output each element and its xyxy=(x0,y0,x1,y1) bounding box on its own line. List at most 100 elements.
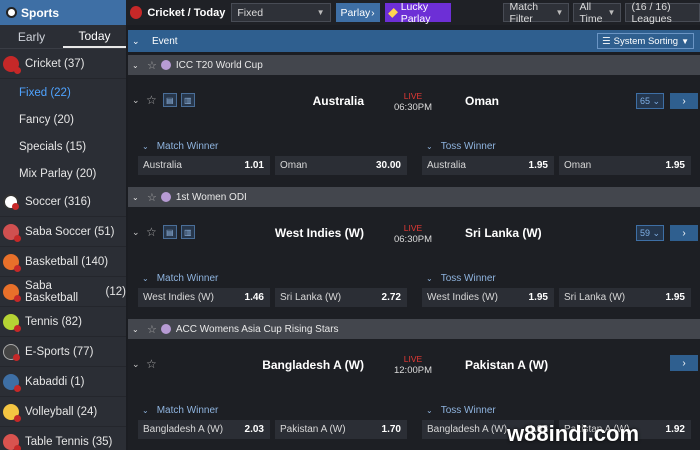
odds-button[interactable]: West Indies (W) 1.95 xyxy=(422,288,554,307)
chevron-down-icon: ▼ xyxy=(555,8,564,17)
sidebar-item-basketball[interactable]: Basketball (140) xyxy=(0,247,126,277)
league-select-label: (16 / 16) Leagues xyxy=(631,0,672,25)
event-header: ⌄ Event ☰ System Sorting ▼ xyxy=(128,30,700,52)
star-icon[interactable]: ☆ xyxy=(146,225,157,239)
chevron-right-icon: › xyxy=(371,6,375,19)
sidebar-item-count: (24) xyxy=(76,405,98,418)
sidebar-item-saba-soccer[interactable]: Saba Soccer (51) xyxy=(0,217,126,247)
odds-price: 2.72 xyxy=(381,292,401,303)
sidebar-item-label: Table Tennis xyxy=(25,435,89,448)
day-tabs: Early Today xyxy=(0,25,126,49)
tab-early[interactable]: Early xyxy=(0,25,63,48)
market-title: Toss Winner xyxy=(440,273,496,284)
league-row[interactable]: ⌄ ☆ ICC T20 World Cup xyxy=(128,55,700,75)
chevron-down-icon: ▼ xyxy=(681,36,689,46)
time-select[interactable]: All Time ▼ xyxy=(573,1,622,25)
home-team: Australia xyxy=(312,94,364,108)
odds-button[interactable]: Australia 1.95 xyxy=(422,156,554,175)
sidebar-item-kabaddi[interactable]: Kabaddi (1) xyxy=(0,367,126,397)
chevron-down-icon[interactable]: ⌄ xyxy=(132,359,146,370)
star-icon[interactable]: ☆ xyxy=(147,323,157,336)
tab-today[interactable]: Today xyxy=(63,25,126,48)
odds-price: 1.95 xyxy=(665,292,685,303)
chevron-down-icon[interactable]: ⌄ xyxy=(132,36,146,47)
market-type-value: Fixed xyxy=(237,6,264,19)
market-header[interactable]: ⌄ Match Winner xyxy=(142,405,218,416)
sidebar-subitem-fixed[interactable]: Fixed (22) xyxy=(0,79,126,106)
odds-button[interactable]: Australia 1.01 xyxy=(138,156,270,175)
market-title: Match Winner xyxy=(156,141,219,152)
match-filter-select[interactable]: Match Filter ▼ xyxy=(503,1,570,25)
star-icon[interactable]: ☆ xyxy=(146,357,157,371)
sidebar-item-table-tennis[interactable]: Table Tennis (35) xyxy=(0,427,126,450)
sidebar-item-e-sports[interactable]: E-Sports (77) xyxy=(0,337,126,367)
open-match-button[interactable]: › xyxy=(670,225,698,241)
sidebar-item-label: Tennis xyxy=(25,315,59,328)
market-header[interactable]: ⌄ Toss Winner xyxy=(426,273,496,284)
scoreboard-icon[interactable]: ▤ xyxy=(162,93,177,107)
scoreboard-icon[interactable]: ▤ xyxy=(162,225,177,239)
sidebar-item-cricket[interactable]: Cricket (37) xyxy=(0,49,126,79)
league-logo-icon xyxy=(160,324,171,334)
market-title: Match Winner xyxy=(156,405,219,416)
sidebar-item-label: Saba Basketball xyxy=(25,279,79,304)
odds-price: 1.46 xyxy=(244,292,264,303)
star-icon[interactable]: ☆ xyxy=(146,93,157,107)
lucky-parlay-button[interactable]: Lucky Parlay xyxy=(384,0,452,25)
stats-icon[interactable]: ▥ xyxy=(180,225,195,239)
tennis-icon xyxy=(3,313,21,332)
odds-button[interactable]: Pakistan A (W) 1.70 xyxy=(275,420,407,439)
league-select[interactable]: (16 / 16) Leagues xyxy=(625,0,700,25)
odds-price: 30.00 xyxy=(375,160,401,171)
chevron-down-icon[interactable]: ⌄ xyxy=(132,61,142,70)
odds-button[interactable]: West Indies (W) 1.46 xyxy=(138,288,270,307)
more-markets-button[interactable]: 59 ⌄ xyxy=(636,225,664,241)
market-header[interactable]: ⌄ Toss Winner xyxy=(426,141,496,152)
market-title: Toss Winner xyxy=(440,141,496,152)
table-tennis-icon xyxy=(3,433,21,450)
sidebar-item-volleyball[interactable]: Volleyball (24) xyxy=(0,397,126,427)
open-match-button[interactable]: › xyxy=(670,355,698,371)
odds-button[interactable]: Bangladesh A (W) 2.03 xyxy=(138,420,270,439)
market-header[interactable]: ⌄ Toss Winner xyxy=(426,405,496,416)
sidebar-subitem-specials[interactable]: Specials (15) xyxy=(0,133,126,160)
market-type-select[interactable]: Fixed ▼ xyxy=(231,3,331,22)
basketball-icon xyxy=(3,253,21,272)
odds-button[interactable]: Sri Lanka (W) 1.95 xyxy=(559,288,691,307)
selection-name: Oman xyxy=(564,160,592,171)
odds-button[interactable]: Sri Lanka (W) 2.72 xyxy=(275,288,407,307)
sort-select[interactable]: ☰ System Sorting ▼ xyxy=(597,33,694,49)
sidebar-subitem-mix-parlay[interactable]: Mix Parlay (20) xyxy=(0,160,126,187)
sidebar-item-soccer[interactable]: Soccer (316) xyxy=(0,187,126,217)
open-match-button[interactable]: › xyxy=(670,93,698,109)
chevron-down-icon[interactable]: ⌄ xyxy=(132,95,146,106)
market-header[interactable]: ⌄ Match Winner xyxy=(142,273,218,284)
stats-icon[interactable]: ▥ xyxy=(180,93,195,107)
chevron-right-icon: › xyxy=(682,357,686,369)
star-icon[interactable]: ☆ xyxy=(147,59,157,72)
selection-name: Australia xyxy=(143,160,182,171)
more-markets-button[interactable]: 65 ⌄ xyxy=(636,93,664,109)
sidebar-item-saba-basketball[interactable]: Saba Basketball (12) xyxy=(0,277,126,307)
sidebar-subitem-count: (22) xyxy=(50,86,71,99)
page-title: Cricket / Today xyxy=(147,6,226,19)
league-row[interactable]: ⌄ ☆ ACC Womens Asia Cup Rising Stars xyxy=(128,319,700,339)
odds-button[interactable]: Oman 30.00 xyxy=(275,156,407,175)
chevron-down-icon: ▼ xyxy=(607,8,616,17)
live-badge: LIVE xyxy=(403,354,423,364)
sidebar-item-tennis[interactable]: Tennis (82) xyxy=(0,307,126,337)
away-team: Pakistan A (W) xyxy=(465,358,549,372)
odds-button[interactable]: Oman 1.95 xyxy=(559,156,691,175)
chevron-down-icon[interactable]: ⌄ xyxy=(132,227,146,238)
chevron-down-icon: ▼ xyxy=(316,8,325,17)
chevron-down-icon[interactable]: ⌄ xyxy=(132,325,142,334)
sidebar-subitem-fancy[interactable]: Fancy (20) xyxy=(0,106,126,133)
lucky-parlay-label: Lucky Parlay xyxy=(400,0,431,25)
league-row[interactable]: ⌄ ☆ 1st Women ODI xyxy=(128,187,700,207)
market-header[interactable]: ⌄ Match Winner xyxy=(142,141,218,152)
chevron-down-icon[interactable]: ⌄ xyxy=(132,193,142,202)
star-icon[interactable]: ☆ xyxy=(147,191,157,204)
league-name: ACC Womens Asia Cup Rising Stars xyxy=(175,323,339,335)
volleyball-icon xyxy=(3,403,21,422)
parlay-button[interactable]: Parlay › xyxy=(335,3,380,22)
